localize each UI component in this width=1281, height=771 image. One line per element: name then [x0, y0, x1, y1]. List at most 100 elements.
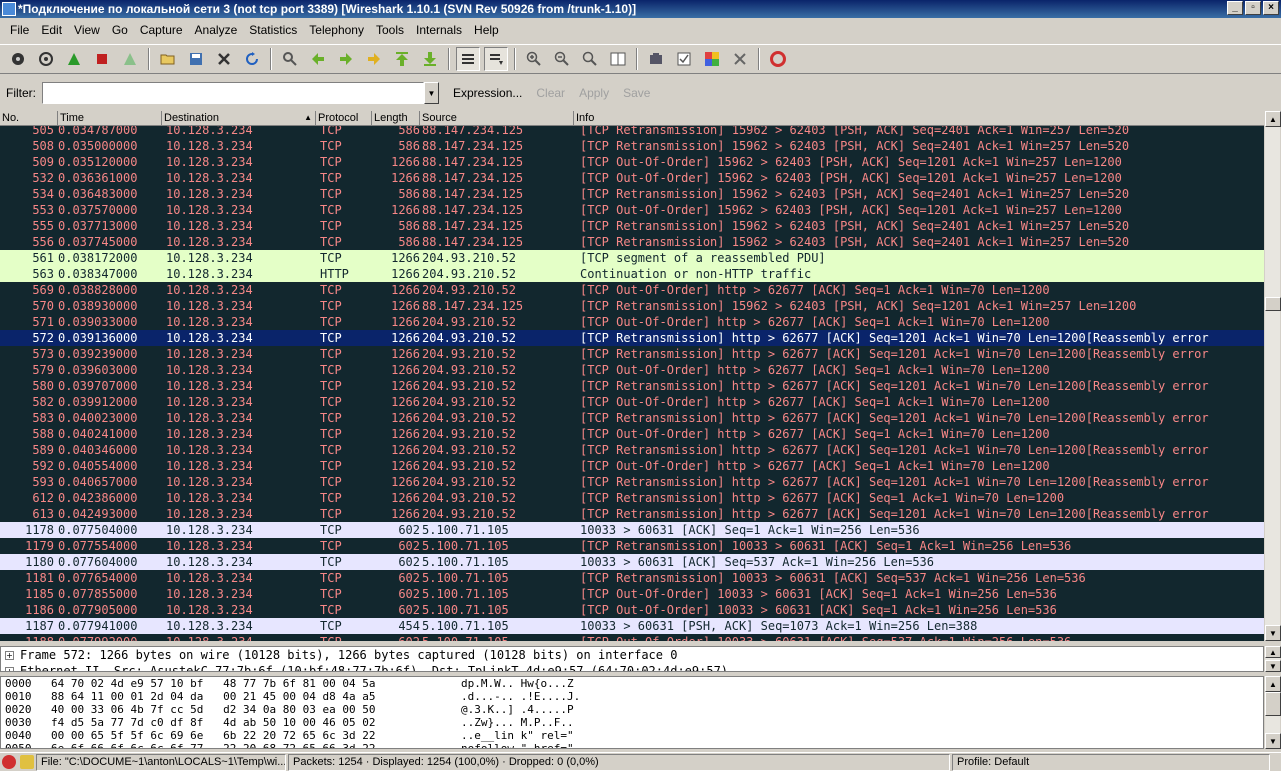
- packet-row[interactable]: 583 0.040023000 10.128.3.234 TCP 1266 204.93.…: [0, 410, 1264, 426]
- filter-dropdown-button[interactable]: ▼: [424, 82, 439, 104]
- forward-icon[interactable]: [334, 47, 358, 71]
- packet-row[interactable]: 11880.077992000 10.128.3.234 TCP6025.100.7…: [0, 634, 1264, 641]
- scroll-down-arrow[interactable]: ▼: [1265, 625, 1281, 641]
- options-icon[interactable]: [34, 47, 58, 71]
- scroll-thumb[interactable]: [1265, 692, 1281, 716]
- packet-row[interactable]: 589 0.040346000 10.128.3.234 TCP 1266 204.93.…: [0, 442, 1264, 458]
- scroll-up-arrow[interactable]: ▲: [1265, 676, 1281, 692]
- bytes-scrollbar[interactable]: ▲ ▼: [1264, 676, 1281, 749]
- display-filter-input[interactable]: [42, 82, 424, 104]
- zoom-in-icon[interactable]: [522, 47, 546, 71]
- packet-row[interactable]: 509 0.035120000 10.128.3.234 TCP 1266 88.147.…: [0, 154, 1264, 170]
- menu-capture[interactable]: Capture: [134, 20, 189, 40]
- hex-row[interactable]: 0040 00 00 65 5f 5f 6c 69 6e 6b 22 20 72 …: [1, 729, 1263, 742]
- open-file-icon[interactable]: [156, 47, 180, 71]
- expert-info-icon[interactable]: [2, 755, 16, 769]
- packet-row[interactable]: 553 0.037570000 10.128.3.234 TCP 1266 88.147.…: [0, 202, 1264, 218]
- packet-row[interactable]: 532 0.036361000 10.128.3.234 TCP 1266 88.147.…: [0, 170, 1264, 186]
- capture-comment-icon[interactable]: [20, 755, 34, 769]
- packet-row[interactable]: 1180 0.077604000 10.128.3.234 TCP 602 5.100.7…: [0, 554, 1264, 570]
- status-profile[interactable]: Profile: Default: [952, 753, 1270, 771]
- column-header-length[interactable]: Length: [372, 111, 420, 126]
- maximize-button[interactable]: ▫: [1245, 1, 1261, 15]
- scroll-up-arrow[interactable]: ▲: [1265, 111, 1281, 127]
- column-header-time[interactable]: Time: [58, 111, 162, 126]
- help-icon[interactable]: [766, 47, 790, 71]
- packet-row[interactable]: 534 0.036483000 10.128.3.234 TCP 586 88.147.2…: [0, 186, 1264, 202]
- column-header-source[interactable]: Source: [420, 111, 574, 126]
- packet-row[interactable]: 505 0.034787000 10.128.3.234 TCP 586 88.147.2…: [0, 126, 1264, 138]
- menu-analyze[interactable]: Analyze: [189, 20, 244, 40]
- scroll-thumb[interactable]: [1265, 297, 1281, 311]
- hex-row[interactable]: 0000 64 70 02 4d e9 57 10 bf 48 77 7b 6f …: [1, 677, 1263, 690]
- packet-row[interactable]: 593 0.040657000 10.128.3.234 TCP 1266 204.93.…: [0, 474, 1264, 490]
- menu-help[interactable]: Help: [468, 20, 505, 40]
- colorize-icon[interactable]: [456, 47, 480, 71]
- packet-row[interactable]: 588 0.040241000 10.128.3.234 TCP 1266 204.93.…: [0, 426, 1264, 442]
- last-packet-icon[interactable]: [418, 47, 442, 71]
- details-row-frame[interactable]: + Frame 572: 1266 bytes on wire (10128 b…: [1, 647, 1263, 663]
- packet-row[interactable]: 556 0.037745000 10.128.3.234 TCP 586 88.147.2…: [0, 234, 1264, 250]
- packet-row[interactable]: 1186 0.077905000 10.128.3.234 TCP 602 5.100.7…: [0, 602, 1264, 618]
- menu-edit[interactable]: Edit: [35, 20, 68, 40]
- details-row-ethernet[interactable]: + Ethernet II, Src: AsustekC_77:7b:6f (1…: [1, 663, 1263, 671]
- packet-row[interactable]: 569 0.038828000 10.128.3.234 TCP 1266 204.93.…: [0, 282, 1264, 298]
- packet-row[interactable]: 571 0.039033000 10.128.3.234 TCP 1266 204.93.…: [0, 314, 1264, 330]
- restart-capture-icon[interactable]: [118, 47, 142, 71]
- close-file-icon[interactable]: [212, 47, 236, 71]
- capture-filters-icon[interactable]: [644, 47, 668, 71]
- scroll-down-arrow[interactable]: ▼: [1265, 660, 1281, 672]
- packet-row[interactable]: 508 0.035000000 10.128.3.234 TCP 586 88.147.2…: [0, 138, 1264, 154]
- packet-row[interactable]: 555 0.037713000 10.128.3.234 TCP 586 88.147.2…: [0, 218, 1264, 234]
- menu-go[interactable]: Go: [106, 20, 134, 40]
- minimize-button[interactable]: _: [1227, 1, 1243, 15]
- packet-row[interactable]: 1179 0.077554000 10.128.3.234 TCP 602 5.100.7…: [0, 538, 1264, 554]
- display-filters-icon[interactable]: [672, 47, 696, 71]
- menu-internals[interactable]: Internals: [410, 20, 468, 40]
- packet-row[interactable]: 613 0.042493000 10.128.3.234 TCP 1266 204.93.…: [0, 506, 1264, 522]
- menu-file[interactable]: File: [4, 20, 35, 40]
- hex-row[interactable]: 0030 f4 d5 5a 77 7d c0 df 8f 4d ab 50 10 …: [1, 716, 1263, 729]
- zoom-out-icon[interactable]: [550, 47, 574, 71]
- packet-row[interactable]: 612 0.042386000 10.128.3.234 TCP 1266 204.93.…: [0, 490, 1264, 506]
- first-packet-icon[interactable]: [390, 47, 414, 71]
- packet-row[interactable]: 1185 0.077855000 10.128.3.234 TCP 602 5.100.7…: [0, 586, 1264, 602]
- scroll-up-arrow[interactable]: ▲: [1265, 646, 1281, 658]
- find-icon[interactable]: [278, 47, 302, 71]
- packet-row[interactable]: 570 0.038930000 10.128.3.234 TCP 1266 88.147.…: [0, 298, 1264, 314]
- expression-button[interactable]: Expression...: [453, 86, 522, 100]
- coloring-rules-icon[interactable]: [700, 47, 724, 71]
- save-filter-button[interactable]: Save: [623, 86, 650, 100]
- reload-icon[interactable]: [240, 47, 264, 71]
- stop-capture-icon[interactable]: [90, 47, 114, 71]
- interfaces-icon[interactable]: [6, 47, 30, 71]
- menu-statistics[interactable]: Statistics: [243, 20, 303, 40]
- resize-columns-icon[interactable]: [606, 47, 630, 71]
- column-header-info[interactable]: Info: [574, 111, 1264, 126]
- packet-row[interactable]: 572 0.039136000 10.128.3.234 TCP 1266 204.93.…: [0, 330, 1264, 346]
- column-header-protocol[interactable]: Protocol: [316, 111, 372, 126]
- apply-filter-button[interactable]: Apply: [579, 86, 609, 100]
- back-icon[interactable]: [306, 47, 330, 71]
- packet-row[interactable]: 563 0.038347000 10.128.3.234 HTTP 1266 204.93…: [0, 266, 1264, 282]
- hex-row[interactable]: 0010 88 64 11 00 01 2d 04 da 00 21 45 00 …: [1, 690, 1263, 703]
- packet-row[interactable]: 592 0.040554000 10.128.3.234 TCP 1266 204.93.…: [0, 458, 1264, 474]
- scroll-down-arrow[interactable]: ▼: [1265, 733, 1281, 749]
- hex-row[interactable]: 0050 6e 6f 66 6f 6c 6c 6f 77 22 20 68 72 …: [1, 742, 1263, 748]
- hex-row[interactable]: 0020 40 00 33 06 4b 7f cc 5d d2 34 0a 80 …: [1, 703, 1263, 716]
- packet-row[interactable]: 1181 0.077654000 10.128.3.234 TCP 602 5.100.7…: [0, 570, 1264, 586]
- menu-view[interactable]: View: [68, 20, 106, 40]
- wireshark-app-icon[interactable]: [2, 2, 16, 16]
- menu-telephony[interactable]: Telephony: [303, 20, 370, 40]
- zoom-normal-icon[interactable]: [578, 47, 602, 71]
- goto-packet-icon[interactable]: [362, 47, 386, 71]
- details-scrollbar[interactable]: ▲ ▼: [1264, 646, 1281, 672]
- column-header-destination[interactable]: Destination ▲: [162, 111, 316, 126]
- close-button[interactable]: ×: [1263, 1, 1279, 15]
- menu-tools[interactable]: Tools: [370, 20, 410, 40]
- preferences-icon[interactable]: [728, 47, 752, 71]
- start-capture-icon[interactable]: [62, 47, 86, 71]
- expand-icon[interactable]: +: [5, 650, 14, 660]
- clear-filter-button[interactable]: Clear: [536, 86, 565, 100]
- autoscroll-icon[interactable]: [484, 47, 508, 71]
